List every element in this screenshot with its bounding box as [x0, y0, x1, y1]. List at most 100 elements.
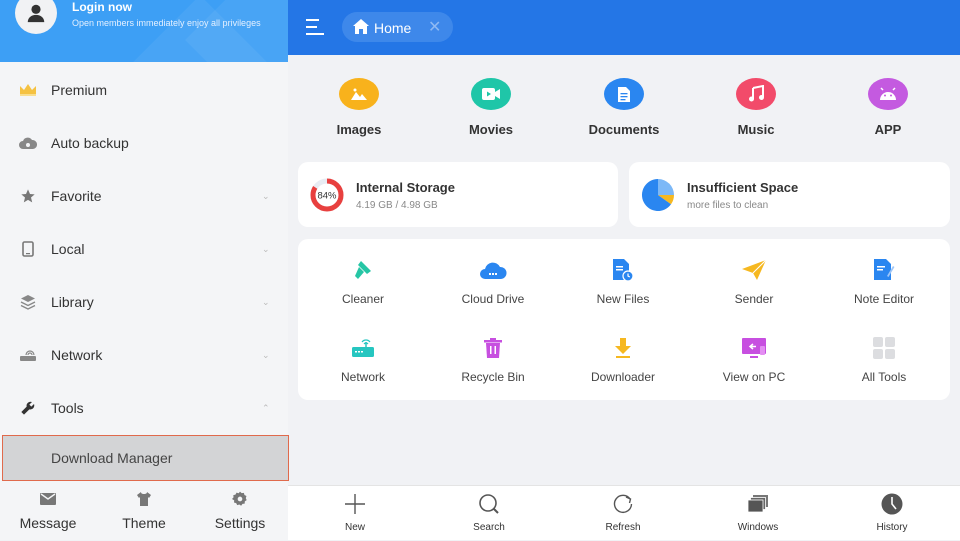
download-manager-label: Download Manager — [51, 450, 173, 466]
sidebar-item-label: Network — [51, 347, 103, 363]
chevron-up-icon[interactable]: ⌃ — [262, 403, 270, 414]
sidebar-item-label: Premium — [51, 82, 108, 98]
sidebar-item-auto-backup[interactable]: Auto backup — [0, 118, 288, 168]
star-icon — [18, 186, 38, 206]
sidebar-item-label: Library — [51, 294, 94, 310]
tool-note-editor[interactable]: Note Editor — [819, 258, 949, 306]
tool-cloud-drive[interactable]: Cloud Drive — [428, 258, 558, 306]
tool-downloader[interactable]: Downloader — [558, 336, 688, 384]
pie-chart-icon — [641, 178, 674, 211]
bottom-toolbar: New Search Refresh Windows History — [288, 485, 960, 540]
close-icon[interactable]: ✕ — [428, 17, 441, 37]
sidebar-item-network[interactable]: Network ⌄ — [0, 330, 288, 380]
category-label: Documents — [588, 122, 660, 137]
tool-cleaner[interactable]: Cleaner — [298, 258, 428, 306]
sidebar-item-tools[interactable]: Tools ⌃ — [0, 383, 288, 433]
chevron-down-icon[interactable]: ⌄ — [262, 297, 270, 308]
layers-icon — [18, 292, 38, 312]
tool-all-tools[interactable]: All Tools — [819, 336, 949, 384]
refresh-button[interactable]: Refresh — [556, 486, 690, 541]
category-documents[interactable]: Documents — [579, 78, 669, 137]
gear-icon — [232, 490, 248, 508]
login-subtitle: Open members immediately enjoy all privi… — [72, 18, 261, 28]
space-subtitle: more files to clean — [687, 200, 769, 211]
envelope-icon — [40, 490, 56, 508]
monitor-icon — [741, 336, 767, 360]
tool-view-on-pc[interactable]: View on PC — [689, 336, 819, 384]
history-button[interactable]: History — [825, 486, 959, 541]
category-movies[interactable]: Movies — [446, 78, 536, 137]
tool-label: New Files — [596, 292, 650, 306]
sidebar-item-premium[interactable]: Premium — [0, 65, 288, 115]
new-label: New — [344, 522, 365, 533]
chevron-down-icon[interactable]: ⌄ — [262, 350, 270, 361]
tool-sender[interactable]: Sender — [689, 258, 819, 306]
new-button[interactable]: New — [288, 486, 422, 541]
category-images[interactable]: Images — [314, 78, 404, 137]
category-label: APP — [874, 122, 902, 137]
refresh-icon — [612, 493, 634, 515]
tool-network[interactable]: Network — [298, 336, 428, 384]
settings-button[interactable]: Settings — [192, 482, 288, 540]
image-icon — [339, 78, 379, 110]
settings-label: Settings — [214, 515, 266, 531]
chevron-down-icon[interactable]: ⌄ — [262, 191, 270, 202]
category-music[interactable]: Music — [711, 78, 801, 137]
tool-label: Cleaner — [341, 292, 385, 306]
storage-ring: 84% — [310, 178, 344, 212]
tools-grid: Cleaner Cloud Drive New Files Sender Not… — [298, 239, 950, 400]
router-icon — [351, 336, 375, 360]
search-icon — [478, 493, 500, 515]
tool-new-files[interactable]: New Files — [558, 258, 688, 306]
sidebar-item-label: Favorite — [51, 188, 102, 204]
sidebar-item-favorite[interactable]: Favorite ⌄ — [0, 171, 288, 221]
windows-button[interactable]: Windows — [691, 486, 825, 541]
theme-button[interactable]: Theme — [96, 482, 192, 540]
document-icon — [604, 78, 644, 110]
login-title[interactable]: Login now — [72, 0, 132, 14]
sidebar-bottom-bar: Message Theme Settings — [0, 482, 288, 540]
sidebar-item-label: Auto backup — [51, 135, 129, 151]
sidebar-item-label: Tools — [51, 400, 84, 416]
brush-icon — [353, 258, 373, 282]
trash-icon — [483, 336, 503, 360]
menu-icon[interactable] — [306, 19, 324, 35]
tool-label: Network — [340, 370, 385, 384]
tool-label: Note Editor — [853, 292, 915, 306]
paper-plane-icon — [741, 258, 767, 282]
sidebar-subitem-download-manager[interactable]: Download Manager — [2, 435, 289, 481]
theme-label: Theme — [122, 515, 166, 531]
category-label: Images — [336, 122, 382, 137]
login-banner[interactable]: Login now Open members immediately enjoy… — [0, 0, 288, 62]
video-icon — [471, 78, 511, 110]
cloud-backup-icon — [18, 133, 38, 153]
router-icon — [18, 345, 38, 365]
search-button[interactable]: Search — [422, 486, 556, 541]
tool-label: Cloud Drive — [461, 292, 525, 306]
storage-usage: 4.19 GB / 4.98 GB — [356, 200, 438, 211]
internal-storage-card[interactable]: 84% Internal Storage 4.19 GB / 4.98 GB — [298, 162, 618, 227]
crown-icon — [18, 80, 38, 100]
home-icon — [353, 19, 369, 39]
grid-icon — [873, 336, 895, 360]
tool-recycle-bin[interactable]: Recycle Bin — [428, 336, 558, 384]
category-app[interactable]: APP — [843, 78, 933, 137]
cloud-drive-icon — [479, 258, 507, 282]
insufficient-space-card[interactable]: Insufficient Space more files to clean — [629, 162, 950, 227]
message-button[interactable]: Message — [0, 482, 96, 540]
space-title: Insufficient Space — [687, 180, 799, 195]
message-label: Message — [19, 515, 77, 531]
shirt-icon — [136, 490, 152, 508]
music-icon — [736, 78, 776, 110]
avatar[interactable] — [15, 0, 57, 34]
windows-label: Windows — [737, 522, 779, 533]
sidebar-item-library[interactable]: Library ⌄ — [0, 277, 288, 327]
tab-home[interactable]: Home ✕ — [342, 12, 453, 42]
storage-title: Internal Storage — [356, 180, 455, 195]
plus-icon — [344, 493, 366, 515]
chevron-down-icon[interactable]: ⌄ — [262, 244, 270, 255]
tab-home-label: Home — [374, 20, 412, 36]
sidebar-item-local[interactable]: Local ⌄ — [0, 224, 288, 274]
sidebar: Login now Open members immediately enjoy… — [0, 0, 289, 540]
tool-label: Sender — [734, 292, 774, 306]
